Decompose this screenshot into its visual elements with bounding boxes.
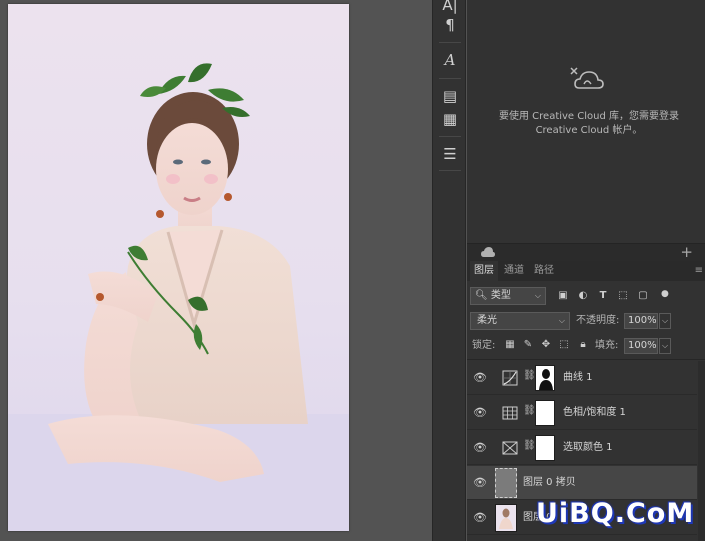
divider [467, 359, 705, 360]
filter-toggle-icon[interactable]: ● [661, 288, 669, 302]
tab-layers[interactable]: 图层 [470, 261, 498, 281]
link-chain-icon[interactable]: ⛓︎ [523, 440, 536, 451]
adjustment-filter-icon[interactable]: ◐ [577, 290, 589, 302]
divider [439, 136, 461, 137]
visibility-eye-icon[interactable]: 👁︎ [473, 476, 487, 490]
site-watermark: UiBQ.CoM [536, 498, 695, 529]
canvas-area[interactable] [0, 0, 432, 541]
divider [439, 78, 461, 79]
filter-kind-select[interactable]: 🔍︎ 类型 ⌵ [470, 287, 546, 305]
selective-color-adjustment-icon [502, 441, 518, 455]
opacity-input[interactable]: 100% [624, 313, 658, 329]
libraries-signin-message: 要使用 Creative Cloud 库，您需要登录 Creative Clou… [498, 111, 680, 136]
chevron-down-icon: ⌵ [534, 291, 541, 300]
libraries-footer-bar: + [467, 243, 705, 261]
divider [439, 42, 461, 43]
layer-name: 曲线 1 [563, 372, 593, 383]
paragraph-styles-icon[interactable]: ▦ [437, 108, 463, 130]
lock-position-icon[interactable]: ✥ [540, 339, 552, 351]
pixel-filter-icon[interactable]: ▣ [557, 290, 569, 302]
panel-tabs: 图层 通道 路径 ≡ [467, 261, 705, 281]
layer-name: 选取颜色 1 [563, 442, 613, 453]
layer-filter-row: 🔍︎ 类型 ⌵ ▣ ◐ T ⬚ ▢ ● [467, 285, 705, 307]
layer-row[interactable]: 👁︎ ⛓︎ 色相/饱和度 1 [467, 396, 697, 430]
layers-scrollbar[interactable] [698, 361, 705, 541]
layer-name: 图层 0 拷贝 [523, 477, 576, 488]
hue-saturation-adjustment-icon [502, 406, 518, 420]
panel-menu-icon[interactable]: ≡ [695, 265, 703, 276]
layer-row[interactable]: 👁︎ ⛓︎ 选取颜色 1 [467, 431, 697, 465]
paragraph-panel-icon[interactable]: ¶ [437, 14, 463, 36]
mask-silhouette [539, 369, 553, 390]
layer-thumbnail[interactable] [495, 468, 517, 498]
libraries-panel: 要使用 Creative Cloud 库，您需要登录 Creative Clou… [467, 0, 705, 243]
layer-thumbnail[interactable] [495, 504, 517, 532]
layer-name: 色相/饱和度 1 [563, 407, 626, 418]
add-icon[interactable]: + [680, 243, 693, 261]
fill-label: 填充: [595, 340, 619, 351]
opacity-label: 不透明度: [576, 315, 620, 326]
document-image[interactable] [8, 4, 349, 531]
panel-icon-strip: A| ¶ A ▤ ▦ ☰ [432, 0, 466, 541]
fill-input[interactable]: 100% [624, 338, 658, 354]
photoshop-window: A| ¶ A ▤ ▦ ☰ 要使用 Creative Cloud 库，您需要登录 … [0, 0, 705, 541]
glyphs-panel-icon[interactable]: A [437, 49, 463, 71]
lock-row: 锁定: ▦ ✎ ✥ ⬚ 🔒︎ 填充: 100% ⌵ [467, 335, 705, 357]
visibility-eye-icon[interactable]: 👁︎ [473, 511, 487, 525]
visibility-eye-icon[interactable]: 👁︎ [473, 441, 487, 455]
visibility-eye-icon[interactable]: 👁︎ [473, 406, 487, 420]
properties-panel-icon[interactable]: ☰ [437, 143, 463, 165]
link-chain-icon[interactable]: ⛓︎ [523, 405, 536, 416]
character-styles-icon[interactable]: ▤ [437, 85, 463, 107]
layer-mask-thumbnail[interactable] [535, 435, 555, 461]
blend-mode-value: 柔光 [477, 315, 497, 326]
creative-cloud-icon [570, 67, 604, 89]
divider [439, 170, 461, 171]
blend-row: 柔光 ⌵ 不透明度: 100% ⌵ [467, 310, 705, 332]
tab-channels[interactable]: 通道 [500, 261, 528, 281]
blend-mode-select[interactable]: 柔光 ⌵ [470, 312, 570, 330]
layer-row-selected[interactable]: 👁︎ 图层 0 拷贝 [467, 466, 697, 500]
visibility-eye-icon[interactable]: 👁︎ [473, 371, 487, 385]
lock-artboard-icon[interactable]: ⬚ [558, 339, 570, 351]
layer-mask-thumbnail[interactable] [535, 400, 555, 426]
lock-image-icon[interactable]: ✎ [522, 339, 534, 351]
lock-transparent-icon[interactable]: ▦ [504, 339, 516, 351]
curves-adjustment-icon [502, 370, 518, 386]
search-icon: 🔍︎ [475, 290, 488, 301]
layer-row[interactable]: 👁︎ ⛓︎ 曲线 1 [467, 361, 697, 395]
layer-mask-thumbnail[interactable] [535, 365, 555, 391]
shape-filter-icon[interactable]: ⬚ [617, 290, 629, 302]
link-chain-icon[interactable]: ⛓︎ [523, 370, 536, 381]
lock-all-icon[interactable]: 🔒︎ [577, 339, 589, 351]
lock-label: 锁定: [472, 340, 496, 351]
chevron-down-icon: ⌵ [558, 316, 565, 325]
cloud-sync-icon[interactable] [481, 247, 495, 258]
smart-object-filter-icon[interactable]: ▢ [637, 290, 649, 302]
photo-thumbnail-image [499, 508, 513, 529]
filter-kind-value: 类型 [490, 290, 511, 301]
fill-dropdown-icon[interactable]: ⌵ [659, 338, 671, 354]
type-filter-icon[interactable]: T [597, 290, 609, 302]
portrait-photo [8, 63, 349, 531]
opacity-dropdown-icon[interactable]: ⌵ [659, 313, 671, 329]
tab-paths[interactable]: 路径 [530, 261, 558, 281]
